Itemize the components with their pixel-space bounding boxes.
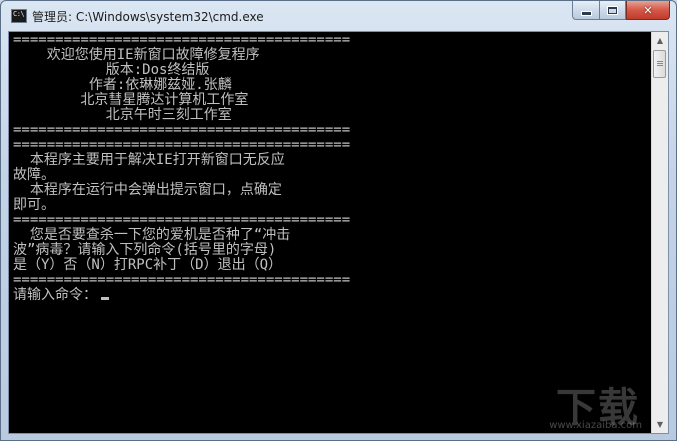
console-line: ======================================== [13, 212, 351, 228]
minimize-icon [580, 10, 592, 16]
scroll-up-button[interactable]: ▲ [652, 32, 668, 49]
watermark: 下载 www.xiazaiba.com [510, 371, 650, 431]
console-line: 北京午时三刻工作室 [13, 107, 232, 123]
cmd-icon-label: C:\ [13, 10, 25, 18]
console-line: 故障。 [13, 167, 55, 183]
console-line: 欢迎您使用IE新窗口故障修复程序 [13, 47, 260, 63]
scroll-down-button[interactable]: ▼ [652, 416, 668, 433]
console-line: 作者:依琳娜兹娅.张麟 [13, 77, 232, 93]
chevron-up-icon: ▲ [656, 36, 664, 45]
console-line: 本程序主要用于解决IE打开新窗口无反应 [13, 152, 285, 168]
watermark-url: www.xiazaiba.com [549, 420, 642, 431]
cmd-window: C:\ 管理员: C:\Windows\system32\cmd.exe ✕ =… [0, 0, 677, 441]
text-cursor [101, 297, 109, 300]
maximize-icon [607, 5, 618, 15]
console-line: 是（Y）否（N）打RPC补丁（D）退出（Q） [13, 257, 283, 273]
command-prompt-line[interactable]: 请输入命令： [13, 288, 653, 303]
console-line: ======================================== [13, 137, 351, 153]
grip-line [657, 61, 663, 62]
scroll-thumb[interactable] [653, 50, 666, 78]
cmd-icon[interactable]: C:\ [11, 9, 27, 23]
console-area[interactable]: ========================================… [8, 31, 669, 434]
minimize-button[interactable] [572, 1, 599, 20]
maximize-button[interactable] [599, 1, 626, 20]
grip-line [657, 63, 663, 64]
close-icon: ✕ [643, 3, 653, 17]
close-button[interactable]: ✕ [626, 1, 670, 20]
command-prompt: 请输入命令： [13, 287, 97, 303]
console-line: ======================================== [13, 122, 351, 138]
vertical-scrollbar[interactable]: ▲ ▼ [651, 32, 668, 433]
grip-line [657, 65, 663, 66]
console-line: 北京彗星腾达计算机工作室 [13, 92, 249, 108]
console-line: 波”病毒？请输入下列命令(括号里的字母) [13, 242, 277, 258]
console-line: 版本:Dos终结版 [13, 62, 210, 78]
console-line: ======================================== [13, 272, 351, 288]
caption-buttons: ✕ [572, 1, 670, 21]
console-line: 本程序在运行中会弹出提示窗口，点确定 [13, 182, 282, 198]
console-line: ======================================== [13, 33, 351, 48]
console-line: 您是否要查杀一下您的爱机是否种了“冲击 [13, 227, 291, 243]
chevron-down-icon: ▼ [656, 420, 664, 429]
window-title: 管理员: C:\Windows\system32\cmd.exe [32, 10, 264, 24]
console-line: 即可。 [13, 197, 55, 213]
title-bar[interactable]: C:\ 管理员: C:\Windows\system32\cmd.exe ✕ [1, 1, 676, 31]
